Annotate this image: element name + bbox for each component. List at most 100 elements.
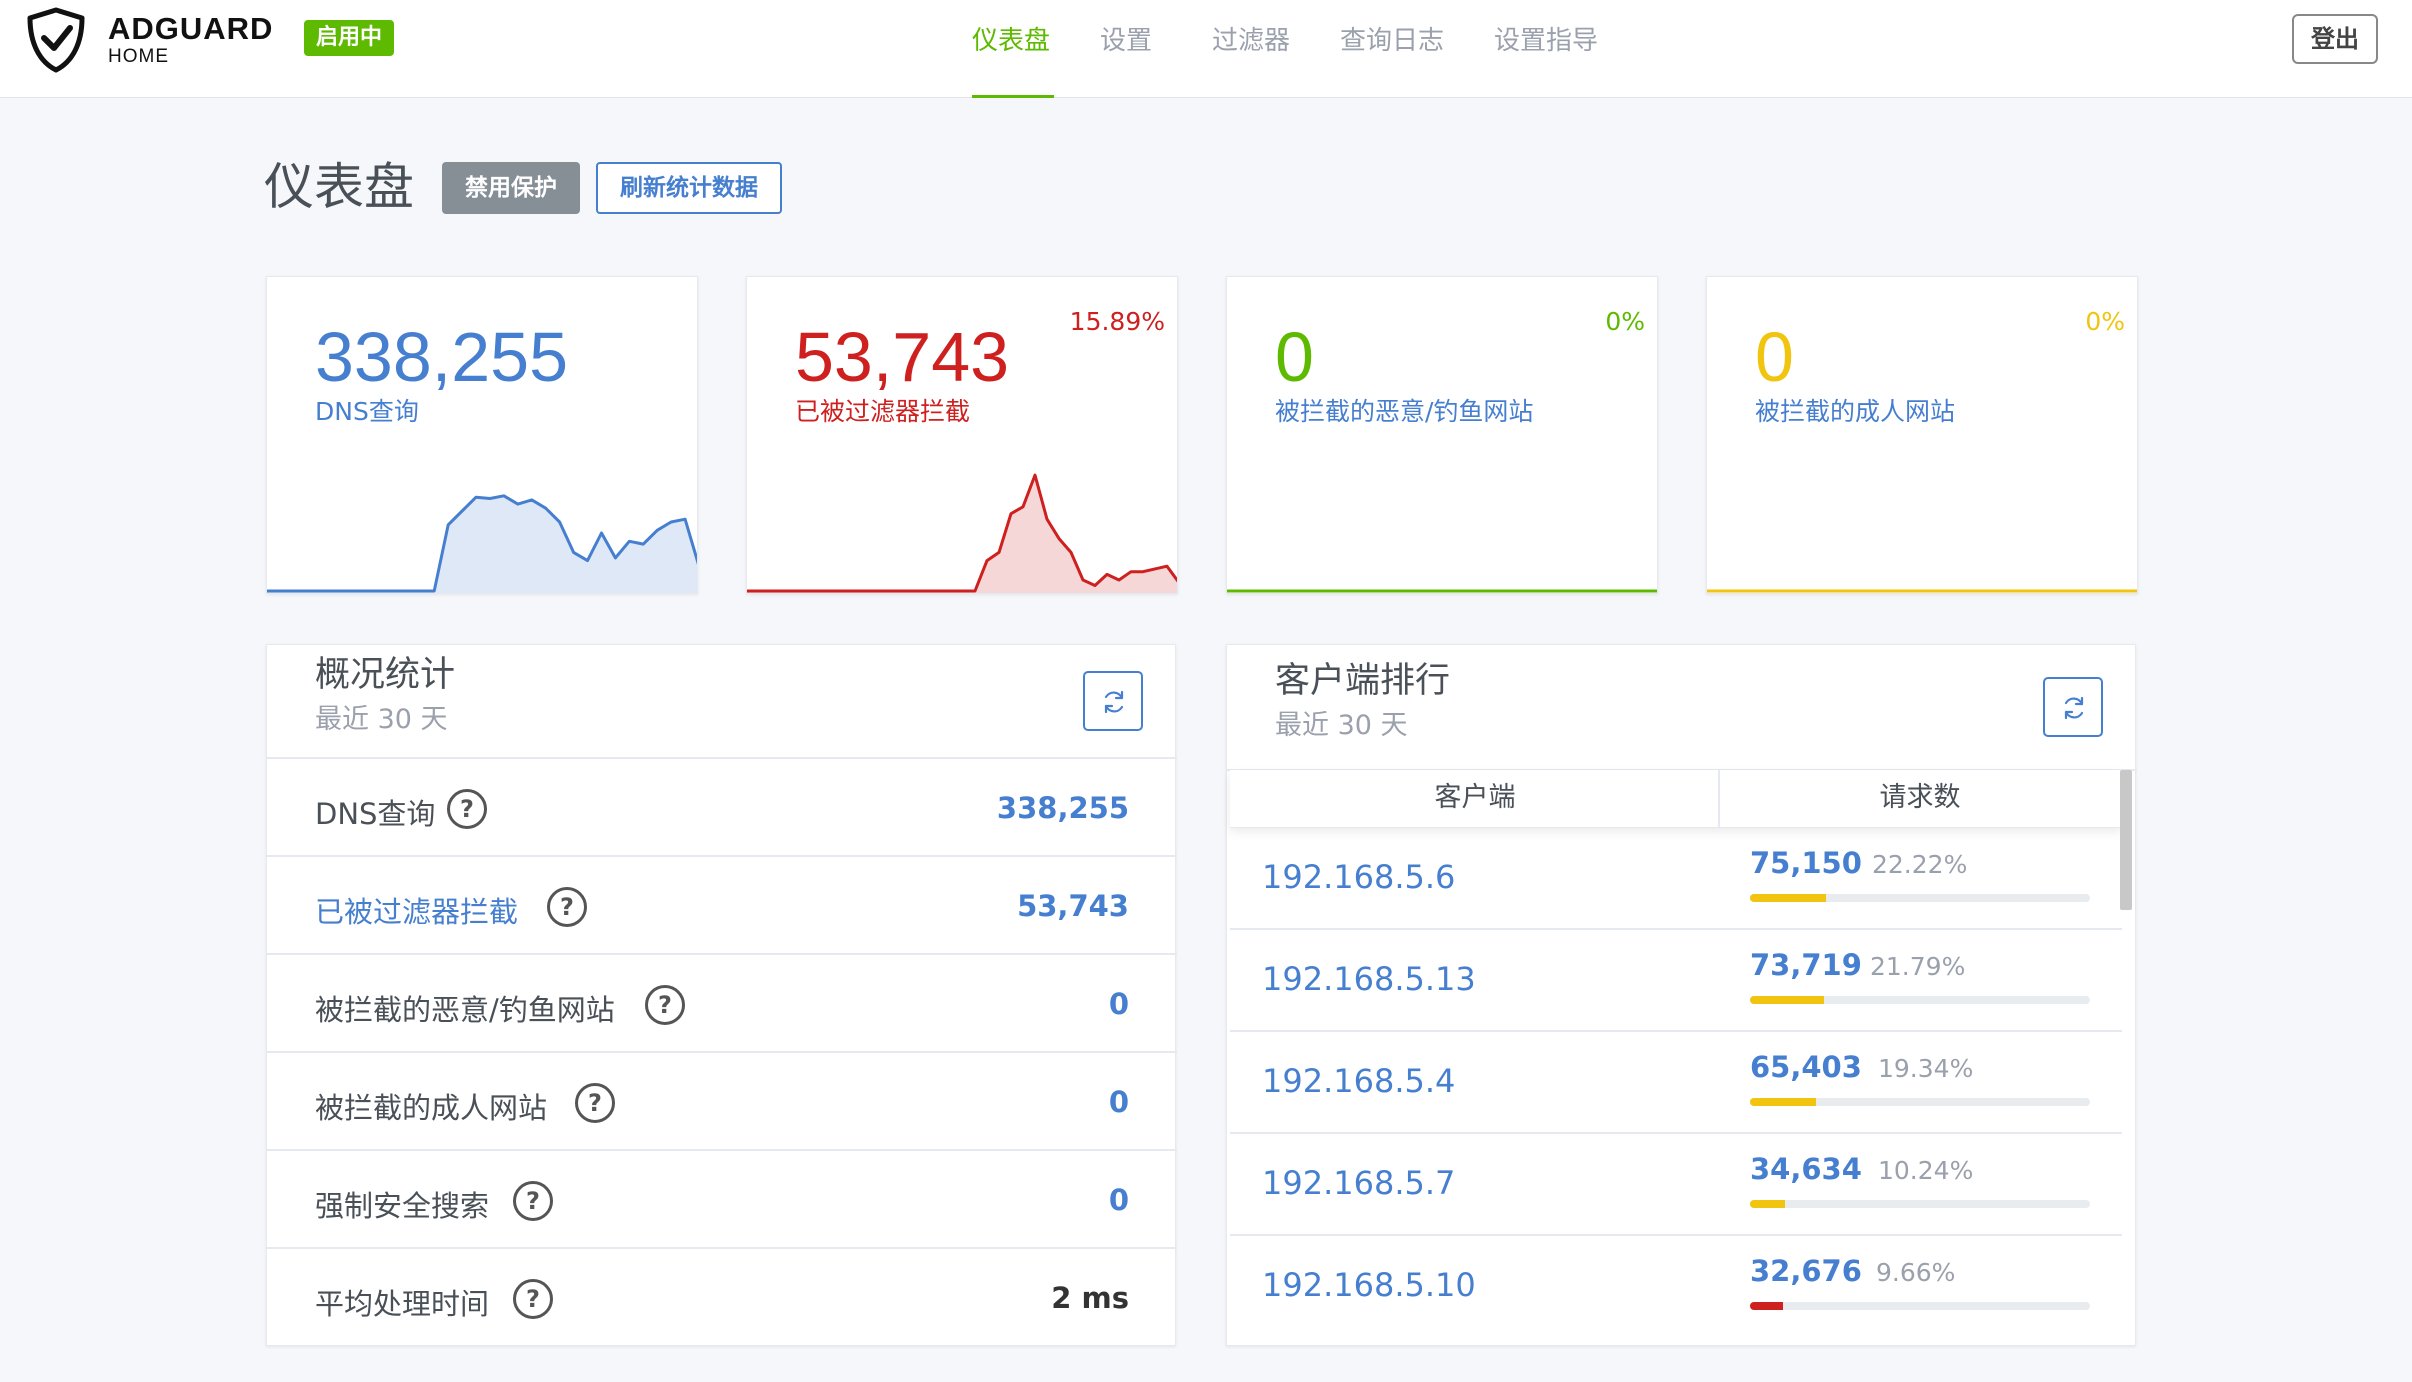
client-ip-link[interactable]: 192.168.5.6 [1262,858,1455,896]
share-bar-fill [1750,1200,1785,1208]
row-value: 2 ms [1051,1281,1129,1315]
stat-label: DNS查询 [315,397,419,426]
request-percent: 9.66% [1876,1258,1956,1287]
refresh-overview-button[interactable] [1083,671,1143,731]
help-icon[interactable]: ? [547,887,587,927]
stat-value: 0 [1755,318,1794,396]
request-count: 34,634 [1750,1152,1862,1186]
stat-card-blocked-filters: 53,743 已被过滤器拦截 15.89% [746,276,1178,594]
row-label: 被拦截的成人网站 [315,1091,548,1125]
share-bar [1750,894,2090,902]
stat-percent: 0% [2085,307,2125,336]
sparkline-area [747,475,1177,593]
stat-label: 被拦截的恶意/钓鱼网站 [1275,397,1534,426]
stat-percent: 15.89% [1069,307,1165,336]
row-value: 53,743 [1017,889,1129,923]
nav-filters[interactable]: 过滤器 [1212,20,1290,57]
row-label: DNS查询 [315,797,436,831]
client-ip-link[interactable]: 192.168.5.4 [1262,1062,1455,1100]
overview-row-dns-queries: DNS查询 ? 338,255 [267,757,1177,855]
brand[interactable]: ADGUARD HOME [108,12,273,68]
table-row: 192.168.5.4 65,403 19.34% [1230,1032,2122,1134]
page-title: 仪表盘 [264,158,414,216]
stat-card-blocked-malware: 0 被拦截的恶意/钓鱼网站 0% [1226,276,1658,594]
brand-title: ADGUARD [108,11,274,46]
share-bar [1750,1302,2090,1310]
refresh-icon [1104,690,1124,714]
client-ip-link[interactable]: 192.168.5.10 [1262,1266,1476,1304]
blocked-adult-sparkline [1707,589,2137,593]
table-row: 192.168.5.10 32,676 9.66% [1230,1236,2122,1338]
top-header: ADGUARD HOME 启用中 仪表盘 设置 过滤器 查询日志 设置指导 登出 [0,0,2412,98]
share-bar-fill [1750,894,1826,902]
nav-dashboard[interactable]: 仪表盘 [972,20,1050,57]
table-row: 192.168.5.7 34,634 10.24% [1230,1134,2122,1236]
overview-row-blocked-malware: 被拦截的恶意/钓鱼网站 ? 0 [267,953,1177,1051]
share-bar [1750,1200,2090,1208]
help-icon[interactable]: ? [513,1279,553,1319]
active-nav-indicator [972,95,1054,98]
stat-percent: 0% [1605,307,1645,336]
panel-subtitle: 最近 30 天 [1275,710,1408,741]
protection-status-badge: 启用中 [304,20,395,56]
help-icon[interactable]: ? [645,985,685,1025]
request-percent: 10.24% [1878,1156,1974,1185]
request-percent: 22.22% [1872,850,1968,879]
share-bar [1750,1098,2090,1106]
request-percent: 19.34% [1878,1054,1974,1083]
client-ip-link[interactable]: 192.168.5.13 [1262,960,1476,998]
row-label-link[interactable]: 已被过滤器拦截 [315,889,518,931]
table-row: 192.168.5.13 73,719 21.79% [1230,930,2122,1032]
request-count: 73,719 [1750,948,1862,982]
stat-label: 已被过滤器拦截 [795,397,971,426]
panel-title: 概况统计 [315,655,456,695]
request-count: 65,403 [1750,1050,1862,1084]
stat-value: 53,743 [795,318,1010,396]
request-percent: 21.79% [1870,952,1966,981]
nav-setup-guide[interactable]: 设置指导 [1494,20,1598,57]
blocked-malware-sparkline [1227,589,1657,593]
brand-subtitle: HOME [108,46,169,67]
row-value: 0 [1108,1085,1129,1119]
row-value: 0 [1108,1183,1129,1217]
share-bar-fill [1750,1302,1783,1310]
overview-row-safe-search: 强制安全搜索 ? 0 [267,1149,1177,1247]
share-bar-fill [1750,996,1825,1004]
stat-card-blocked-adult: 0 被拦截的成人网站 0% [1706,276,2138,594]
panel-title: 客户端排行 [1275,661,1451,701]
sparkline-area [267,495,697,593]
help-icon[interactable]: ? [575,1083,615,1123]
help-icon[interactable]: ? [513,1181,553,1221]
blocked-filters-sparkline [747,473,1177,593]
refresh-stats-button[interactable]: 刷新统计数据 [596,162,782,214]
row-label: 被拦截的恶意/钓鱼网站 [315,993,615,1027]
help-icon[interactable]: ? [447,789,487,829]
share-bar-fill [1750,1098,1816,1106]
panel-subtitle: 最近 30 天 [315,704,448,735]
stat-value: 338,255 [315,318,569,396]
col-header-requests[interactable]: 请求数 [1720,770,2120,826]
overview-row-blocked-filters: 已被过滤器拦截 ? 53,743 [267,855,1177,953]
stat-label: 被拦截的成人网站 [1755,397,1956,426]
disable-protection-button[interactable]: 禁用保护 [442,162,580,214]
adguard-shield-icon[interactable] [22,6,90,74]
table-row: 192.168.5.6 75,150 22.22% [1230,828,2122,930]
request-count: 32,676 [1750,1254,1862,1288]
row-label: 强制安全搜索 [315,1189,490,1223]
refresh-icon [2064,696,2084,720]
logout-button[interactable]: 登出 [2292,14,2378,64]
nav-query-log[interactable]: 查询日志 [1340,20,1444,57]
row-value: 338,255 [996,791,1129,825]
client-ip-link[interactable]: 192.168.5.7 [1262,1164,1455,1202]
row-label: 平均处理时间 [315,1287,490,1321]
overview-panel: 概况统计 最近 30 天 DNS查询 ? 338,255 已被过滤器拦截 ? 5… [266,644,1177,1346]
refresh-clients-button[interactable] [2043,677,2103,737]
col-header-client[interactable]: 客户端 [1230,770,1720,826]
request-count: 75,150 [1750,846,1862,880]
stat-value: 0 [1275,318,1314,396]
overview-row-blocked-adult: 被拦截的成人网站 ? 0 [267,1051,1177,1149]
overview-row-avg-time: 平均处理时间 ? 2 ms [267,1247,1177,1345]
row-value: 0 [1108,987,1129,1021]
nav-settings[interactable]: 设置 [1100,20,1152,57]
sparkline-line [747,473,1177,593]
